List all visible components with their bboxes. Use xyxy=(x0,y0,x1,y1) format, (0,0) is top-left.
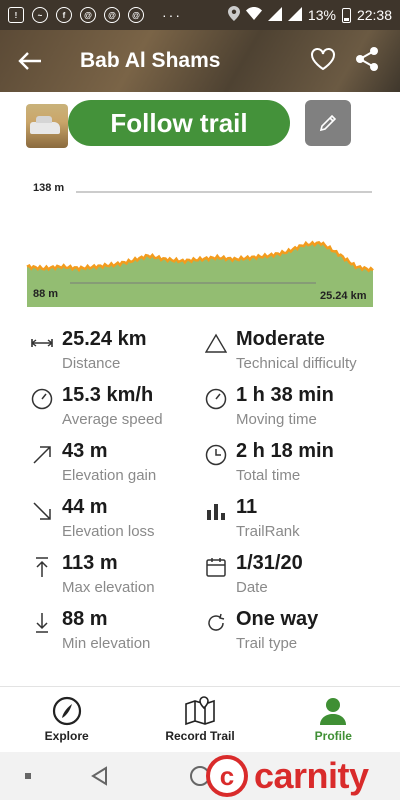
signal-icon xyxy=(267,6,282,24)
stat-label: Min elevation xyxy=(62,635,151,652)
stat-label: Distance xyxy=(62,355,121,372)
favorite-button[interactable] xyxy=(310,47,336,76)
stat-trail-type: One way Trail type xyxy=(204,608,374,658)
speedometer-icon xyxy=(204,387,228,411)
nav-record-trail[interactable]: Record Trail xyxy=(133,687,266,752)
carnity-watermark: c carnity xyxy=(206,752,369,800)
stat-label: Technical difficulty xyxy=(236,355,357,372)
clock-icon xyxy=(204,443,228,467)
stat-value: 43 m xyxy=(62,440,108,462)
arrow-down-right-icon xyxy=(30,499,54,523)
stat-value: 1 h 38 min xyxy=(236,384,334,406)
stat-value: 113 m xyxy=(62,552,118,574)
stat-label: Date xyxy=(236,579,268,596)
back-button[interactable] xyxy=(0,30,60,92)
system-back-button[interactable] xyxy=(90,766,108,786)
compass-icon xyxy=(52,696,81,726)
min-elevation-icon xyxy=(30,611,54,635)
stat-value: 88 m xyxy=(62,608,108,630)
bottom-navigation: Explore Record Trail Profile xyxy=(0,686,400,752)
stat-min-elevation: 88 m Min elevation xyxy=(30,608,200,658)
nav-explore[interactable]: Explore xyxy=(0,687,133,752)
stat-label: TrailRank xyxy=(236,523,300,540)
nav-explore-label: Explore xyxy=(44,729,89,743)
watermark-text: carnity xyxy=(254,755,369,796)
stat-value: 25.24 km xyxy=(62,328,147,350)
min-elevation-label: 88 m xyxy=(33,288,59,300)
stat-value: 44 m xyxy=(62,496,108,518)
messenger-icon: ~ xyxy=(32,7,48,23)
car-photo xyxy=(30,116,60,134)
stat-distance: 25.24 km Distance xyxy=(30,328,200,378)
max-elevation-icon xyxy=(30,555,54,579)
share-button[interactable] xyxy=(354,46,380,77)
stat-moving-time: 1 h 38 min Moving time xyxy=(204,384,374,434)
battery-percentage: 13% xyxy=(307,7,336,23)
more-notifications-icon: ··· xyxy=(162,7,182,23)
app-header: Bab Al Shams xyxy=(0,30,400,92)
battery-icon xyxy=(341,7,351,23)
bar-chart-icon xyxy=(204,499,228,523)
notification-alert-icon: ! xyxy=(8,7,24,23)
stat-label: Moving time xyxy=(236,411,317,428)
heart-icon xyxy=(311,47,335,70)
location-icon xyxy=(227,6,240,24)
stat-average-speed: 15.3 km/h Average speed xyxy=(30,384,200,434)
stat-trailrank: 11 TrailRank xyxy=(204,496,374,546)
speedometer-icon xyxy=(30,387,54,411)
status-bar: ! ~ f @ @ @ ··· 13% 22:38 xyxy=(0,0,400,30)
calendar-icon xyxy=(204,555,228,579)
stat-label: Total time xyxy=(236,467,301,484)
pencil-icon xyxy=(319,114,337,132)
stat-value: 11 xyxy=(236,496,258,518)
stat-elevation-gain: 43 m Elevation gain xyxy=(30,440,200,490)
one-way-icon xyxy=(204,611,228,635)
stat-value: 2 h 18 min xyxy=(236,440,334,462)
app-notification-icon: @ xyxy=(128,7,144,23)
stat-value: Moderate xyxy=(236,328,325,350)
stat-label: Trail type xyxy=(236,635,298,652)
carnity-logo-icon: c xyxy=(206,755,248,797)
app-notification-icon: @ xyxy=(80,7,96,23)
page-title: Bab Al Shams xyxy=(80,49,221,72)
app-notification-icon: @ xyxy=(104,7,120,23)
map-pin-icon xyxy=(185,696,215,726)
signal-icon xyxy=(287,6,302,24)
nav-profile-label: Profile xyxy=(314,729,352,743)
follow-trail-button[interactable]: Follow trail xyxy=(68,100,290,146)
back-arrow-icon xyxy=(18,52,41,70)
stat-label: Average speed xyxy=(62,411,163,428)
stat-value: One way xyxy=(236,608,319,630)
distance-icon xyxy=(30,331,54,355)
clock-time: 22:38 xyxy=(356,7,392,23)
stat-label: Elevation loss xyxy=(62,523,155,540)
nav-profile[interactable]: Profile xyxy=(267,687,400,752)
recents-button[interactable] xyxy=(25,773,31,779)
elevation-chart: 138 m 88 m 25.24 km xyxy=(0,170,400,315)
nav-record-label: Record Trail xyxy=(165,729,235,743)
stat-value: 1/31/20 xyxy=(236,552,303,574)
difficulty-icon xyxy=(204,331,228,355)
stat-elevation-loss: 44 m Elevation loss xyxy=(30,496,200,546)
user-icon xyxy=(320,698,347,725)
stat-label: Elevation gain xyxy=(62,467,157,484)
stat-value: 15.3 km/h xyxy=(62,384,154,406)
arrow-up-right-icon xyxy=(30,443,54,467)
stat-total-time: 2 h 18 min Total time xyxy=(204,440,374,490)
share-icon xyxy=(356,46,378,71)
wifi-icon xyxy=(245,7,262,23)
trail-thumbnail[interactable] xyxy=(26,104,68,148)
stat-date: 1/31/20 Date xyxy=(204,552,374,602)
stat-max-elevation: 113 m Max elevation xyxy=(30,552,200,602)
facebook-icon: f xyxy=(56,7,72,23)
stat-label: Max elevation xyxy=(62,579,155,596)
follow-row: Follow trail xyxy=(0,100,400,150)
max-elevation-label: 138 m xyxy=(33,182,65,194)
distance-label: 25.24 km xyxy=(320,290,367,302)
edit-button[interactable] xyxy=(305,100,351,146)
stat-difficulty: Moderate Technical difficulty xyxy=(204,328,374,378)
